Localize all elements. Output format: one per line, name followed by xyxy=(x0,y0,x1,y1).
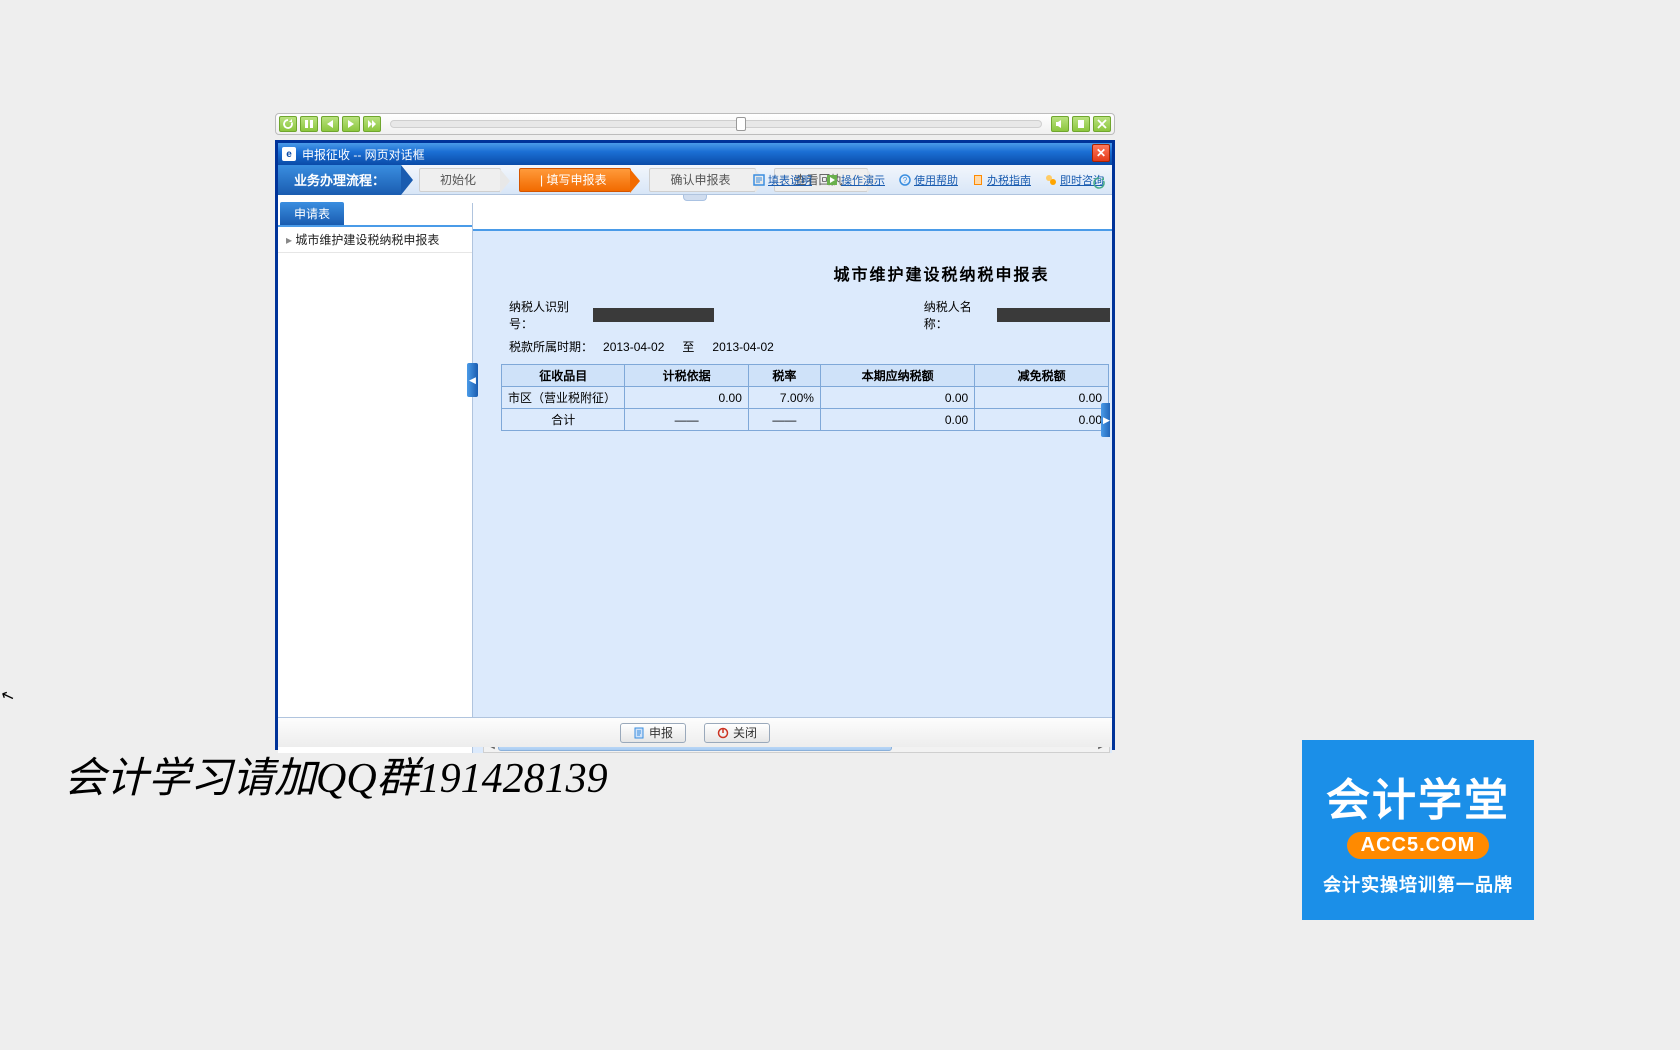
main-area: 城市维护建设税纳税申报表 纳税人识别号： 纳税人名称： 税款所属时期： 2013… xyxy=(473,203,1112,753)
prev-icon[interactable] xyxy=(321,116,339,132)
label-taxpayer-name: 纳税人名称： xyxy=(924,298,991,332)
form-title: 城市维护建设税纳税申报表 xyxy=(773,261,1110,285)
link-guide[interactable]: 办税指南 xyxy=(972,172,1031,188)
table-row: 市区（营业税附征） 0.00 7.00% 0.00 0.00 xyxy=(502,387,1109,409)
form-canvas: 城市维护建设税纳税申报表 纳税人识别号： 纳税人名称： 税款所属时期： 2013… xyxy=(483,233,1110,737)
fast-forward-icon[interactable] xyxy=(363,116,381,132)
table-header-row: 征收品目 计税依据 税率 本期应纳税额 减免税额 xyxy=(502,365,1109,387)
progress-thumb[interactable] xyxy=(736,117,746,131)
splitter-left[interactable]: ◀ xyxy=(467,363,478,397)
reload-icon[interactable] xyxy=(279,116,297,132)
power-icon xyxy=(717,727,729,739)
window-close-icon[interactable] xyxy=(1093,116,1111,132)
tab-application-form[interactable]: 申请表 xyxy=(280,202,344,225)
player-bar xyxy=(275,113,1115,135)
help-icon: ? xyxy=(899,174,911,186)
link-demo[interactable]: 操作演示 xyxy=(826,172,885,188)
flow-toolbar: 业务办理流程： 初始化 | 填写申报表 确认申报表 查看回执 填表说明 操作演示… xyxy=(278,165,1112,195)
titlebar: e 申报征收 -- 网页对话框 ✕ xyxy=(278,143,1112,165)
close-button[interactable]: 关闭 xyxy=(704,723,770,743)
cursor-icon: ↖ xyxy=(0,684,17,707)
ie-icon: e xyxy=(282,147,296,161)
collapse-handle-top[interactable] xyxy=(278,195,1112,203)
volume-icon[interactable] xyxy=(1051,116,1069,132)
help-links: 填表说明 操作演示 ?使用帮助 办税指南 即时咨询 xyxy=(753,165,1104,195)
tax-table: 征收品目 计税依据 税率 本期应纳税额 减免税额 市区（营业税附征） 0.00 … xyxy=(501,364,1109,431)
value-taxpayer-id xyxy=(593,308,714,322)
document-icon[interactable] xyxy=(1072,116,1090,132)
label-to: 至 xyxy=(682,338,694,355)
close-icon[interactable]: ✕ xyxy=(1092,144,1110,162)
flow-label: 业务办理流程： xyxy=(278,165,401,195)
doc-icon xyxy=(633,727,645,739)
book-icon xyxy=(972,174,984,186)
app-window: e 申报征收 -- 网页对话框 ✕ 业务办理流程： 初始化 | 填写申报表 确认… xyxy=(275,140,1115,750)
sidebar: 申请表 城市维护建设税纳税申报表 xyxy=(278,203,473,753)
overlay-brand: 会计学堂 ACC5.COM 会计实操培训第一品牌 xyxy=(1302,740,1534,920)
period-to: 2013-04-02 xyxy=(712,340,773,354)
step-fill[interactable]: | 填写申报表 xyxy=(519,168,631,192)
link-fill-instructions[interactable]: 填表说明 xyxy=(753,172,812,188)
progress-track[interactable] xyxy=(390,120,1042,128)
brand-url: ACC5.COM xyxy=(1347,832,1490,859)
play-icon xyxy=(826,174,838,186)
step-confirm[interactable]: 确认申报表 xyxy=(649,168,755,192)
pause-icon[interactable] xyxy=(300,116,318,132)
svg-text:?: ? xyxy=(903,176,908,185)
refresh-icon[interactable] xyxy=(1092,176,1106,190)
window-title: 申报征收 -- 网页对话框 xyxy=(302,146,425,163)
declare-button[interactable]: 申报 xyxy=(620,723,686,743)
label-period: 税款所属时期： xyxy=(509,338,593,355)
value-taxpayer-name xyxy=(997,308,1110,322)
tree-item-city-tax[interactable]: 城市维护建设税纳税申报表 xyxy=(278,227,472,253)
chat-icon xyxy=(1045,174,1057,186)
bottom-bar: 申报 关闭 xyxy=(278,717,1112,747)
brand-sub: 会计实操培训第一品牌 xyxy=(1323,871,1513,897)
splitter-right[interactable]: ▶ xyxy=(1101,403,1110,437)
table-total-row: 合计 —— —— 0.00 0.00 xyxy=(502,409,1109,431)
overlay-calligraphy: 会计学习请加QQ群191428139 xyxy=(64,744,608,805)
label-taxpayer-id: 纳税人识别号： xyxy=(509,298,587,332)
step-init[interactable]: 初始化 xyxy=(419,168,501,192)
next-icon[interactable] xyxy=(342,116,360,132)
brand-title: 会计学堂 xyxy=(1326,764,1510,828)
period-from: 2013-04-02 xyxy=(603,340,664,354)
link-help[interactable]: ?使用帮助 xyxy=(899,172,958,188)
form-icon xyxy=(753,174,765,186)
